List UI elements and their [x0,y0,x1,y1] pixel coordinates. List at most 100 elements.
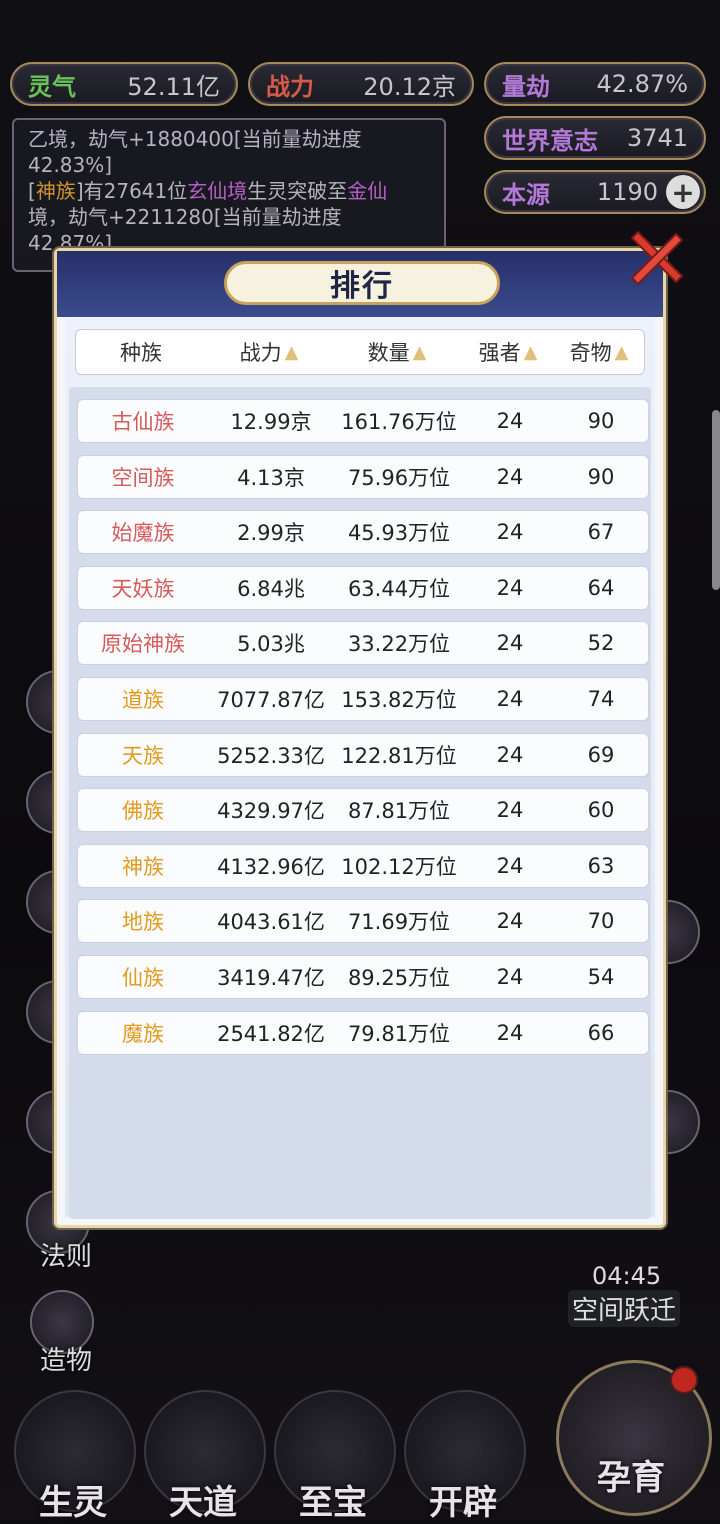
race-name: 道族 [122,688,164,712]
ranking-row[interactable]: 原始神族 5.03兆 33.22万位 24 52 [77,621,649,666]
nav-kai-pi-label[interactable]: 开辟 [404,1475,522,1524]
race-strong: 24 [496,798,524,823]
race-count: 75.96万位 [347,465,451,490]
header-treasure[interactable]: 奇物 ▲ [554,337,644,367]
stat-lingqi-label: 灵气 [28,71,76,101]
scrollbar[interactable] [712,410,720,590]
header-label: 种族 [120,341,162,365]
race-treasure: 67 [587,520,615,545]
race-name: 魔族 [122,1021,164,1046]
race-treasure: 90 [587,409,615,433]
ranking-row[interactable]: 佛族 4329.97亿 87.81万位 24 60 [77,788,649,833]
stat-world-will: 世界意志 3741 [484,116,706,160]
race-power: 6.84兆 [237,576,305,601]
ranking-row[interactable]: 魔族 2541.82亿 79.81万位 24 66 [77,1010,649,1055]
race-strong: 24 [496,575,524,600]
race-power: 12.99京 [230,410,312,434]
header-label: 战力 [239,341,282,365]
stat-lingqi: 灵气 52.11亿 [10,62,238,106]
ranking-row[interactable]: 道族 7077.87亿 153.82万位 24 74 [77,677,649,721]
ranking-row[interactable]: 神族 4132.96亿 102.12万位 24 63 [77,843,649,888]
nav-sheng-ling-label[interactable]: 生灵 [14,1475,132,1524]
ranking-row[interactable]: 空间族 4.13京 75.96万位 24 90 [77,454,649,499]
race-treasure: 70 [587,909,615,934]
stat-zhanli: 战力 20.12京 [248,62,474,106]
race-strong: 24 [496,631,524,656]
header-count[interactable]: 数量 ▲ [332,337,462,367]
race-treasure: 54 [587,965,615,989]
stat-benyuan: 本源 1190 + [484,170,706,214]
race-strong: 24 [496,853,524,878]
race-treasure: 66 [587,1020,615,1045]
log-line-2: 42.83%] [28,152,430,178]
ranking-row[interactable]: 始魔族 2.99京 45.93万位 24 67 [77,510,649,555]
race-power: 2.99京 [237,521,305,546]
header-label: 强者 [478,341,521,365]
race-count: 89.25万位 [347,966,451,990]
race-power: 7077.87亿 [217,688,325,712]
side-label-fa-ze[interactable]: 法则 [40,1236,92,1273]
header-race[interactable]: 种族 [76,337,206,367]
race-strong: 24 [496,1020,524,1045]
log-text: 有27641位 [83,179,188,203]
nav-zhi-bao-label[interactable]: 至宝 [274,1475,392,1524]
race-name: 古仙族 [111,410,175,434]
race-count: 79.81万位 [347,1021,451,1046]
race-name: 空间族 [111,465,175,490]
race-strong: 24 [496,464,524,489]
ranking-modal: 排行 种族 战力 ▲ 数量 ▲ 强者 ▲ 奇物 ▲ 古仙族 12.99京 161.76万位 2… [54,248,666,1228]
race-treasure: 74 [587,687,615,711]
race-treasure: 90 [587,464,615,489]
stat-liangjie-label: 量劫 [502,71,550,101]
yun-yu-label[interactable]: 孕育 [572,1450,690,1499]
plus-icon[interactable]: + [666,175,700,209]
race-strong: 24 [496,520,524,545]
race-treasure: 64 [587,575,615,600]
race-treasure: 63 [587,853,615,878]
race-power: 3419.47亿 [217,966,325,990]
stat-zhanli-label: 战力 [266,71,314,101]
race-count: 71.69万位 [347,910,451,935]
ranking-row[interactable]: 地族 4043.61亿 71.69万位 24 70 [77,899,649,944]
notification-dot [670,1366,698,1394]
side-label-zao-wu[interactable]: 造物 [40,1340,92,1377]
header-strong[interactable]: 强者 ▲ [462,337,554,367]
race-count: 63.44万位 [347,576,451,601]
close-icon[interactable] [626,228,686,288]
modal-title: 排行 [224,261,500,305]
stat-benyuan-value: 1190 [596,178,658,206]
race-count: 161.76万位 [341,410,457,434]
ranking-row[interactable]: 天妖族 6.84兆 63.44万位 24 64 [77,565,649,610]
stat-benyuan-label: 本源 [502,179,550,209]
stat-world-will-label: 世界意志 [502,125,598,155]
sort-arrow-icon: ▲ [614,341,629,363]
race-strong: 24 [496,409,524,433]
race-power: 5.03兆 [237,632,305,657]
race-name: 仙族 [122,966,164,990]
header-label: 奇物 [569,341,612,365]
race-name: 天妖族 [111,576,175,601]
ranking-list[interactable]: 古仙族 12.99京 161.76万位 24 90 空间族 4.13京 75.96万位 24 90… [69,387,651,1219]
race-power: 2541.82亿 [217,1021,325,1046]
race-name: 原始神族 [101,632,185,657]
ranking-row[interactable]: 天族 5252.33亿 122.81万位 24 69 [77,732,649,777]
ranking-row[interactable]: 仙族 3419.47亿 89.25万位 24 54 [77,955,649,999]
log-text: 42.83%] [28,153,113,177]
header-power[interactable]: 战力 ▲ [206,337,332,367]
header-label: 数量 [367,341,410,365]
stat-liangjie-value: 42.87% [596,70,688,98]
race-name: 神族 [122,854,164,879]
race-strong: 24 [496,909,524,934]
race-strong: 24 [496,742,524,767]
race-count: 45.93万位 [347,521,451,546]
race-strong: 24 [496,965,524,989]
race-name: 天族 [122,743,164,768]
race-power: 4.13京 [237,465,305,490]
space-jump-button[interactable]: 空间跃迁 [568,1290,681,1327]
ranking-row[interactable]: 古仙族 12.99京 161.76万位 24 90 [77,399,649,443]
log-text: 生灵突破至 [247,179,348,203]
nav-tian-dao-label[interactable]: 天道 [144,1475,262,1524]
race-name: 佛族 [122,799,164,824]
space-jump-timer: 04:45 [592,1262,662,1290]
sort-arrow-icon: ▲ [412,341,427,363]
